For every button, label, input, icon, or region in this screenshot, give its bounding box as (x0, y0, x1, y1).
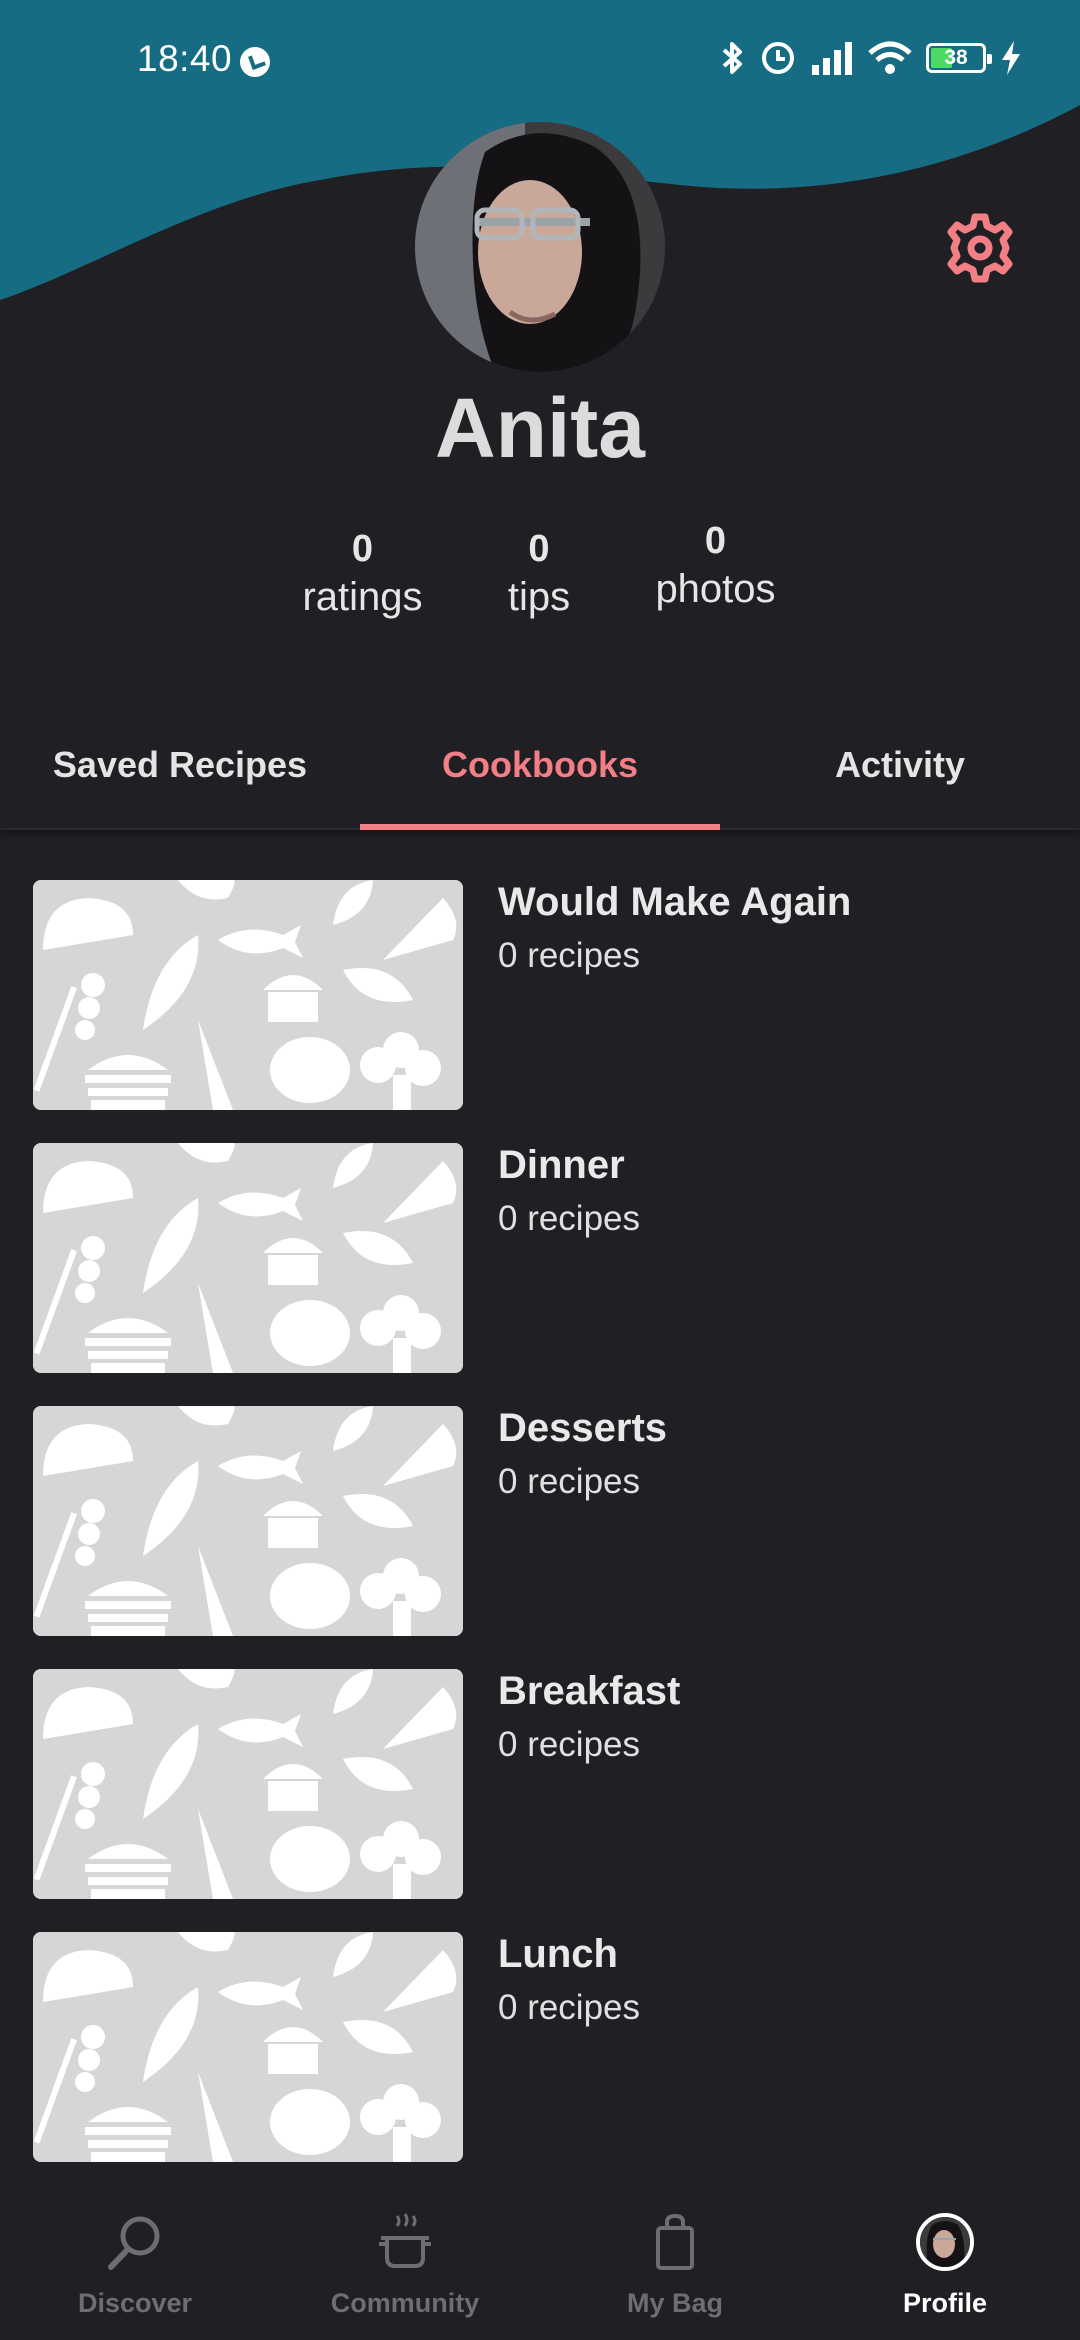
notification-icon (240, 47, 270, 77)
alarm-icon (762, 42, 794, 74)
tab-active-indicator (360, 824, 720, 830)
cookbook-thumbnail (33, 1669, 463, 1899)
profile-screen: 18:40 38 Anita 0 ratings 0 tips 0 photos… (0, 0, 1080, 2340)
avatar-image (415, 122, 665, 372)
signal-icon (812, 42, 852, 75)
bag-icon (643, 2210, 707, 2274)
cookbook-recipe-count: 0 recipes (498, 1462, 641, 1501)
profile-stats: 0 ratings 0 tips 0 photos (0, 520, 1080, 640)
status-time: 18:40 (137, 38, 233, 79)
cookbook-recipe-count: 0 recipes (498, 936, 641, 975)
stat-value: 0 (351, 528, 374, 570)
stat-tips[interactable]: 0 tips (495, 528, 583, 620)
gear-icon (947, 213, 1013, 283)
profile-tabs: Saved Recipes Cookbooks Activity (0, 700, 1080, 830)
search-icon (103, 2210, 167, 2274)
nav-community[interactable]: Community (270, 2170, 540, 2340)
stat-label: ratings (302, 575, 423, 619)
settings-button[interactable] (942, 210, 1018, 286)
nav-label: Community (330, 2288, 480, 2318)
stat-label: tips (507, 575, 571, 619)
cookbook-item-dinner[interactable]: Dinner 0 recipes (0, 1143, 1080, 1375)
bottom-nav: Discover Community My Bag Profile (0, 2170, 1080, 2340)
tab-cookbooks[interactable]: Cookbooks (360, 700, 720, 830)
cookbook-recipe-count: 0 recipes (498, 1725, 641, 1764)
status-icons: 38 (720, 40, 1022, 76)
stat-value: 0 (704, 520, 727, 562)
cookbook-thumbnail (33, 1932, 463, 2162)
cookbook-recipe-count: 0 recipes (498, 1988, 641, 2027)
cookbook-title: Lunch (498, 1932, 618, 1976)
pot-icon (373, 2210, 437, 2274)
cookbook-recipe-count: 0 recipes (498, 1199, 641, 1238)
battery-level: 38 (944, 46, 968, 69)
status-bar: 18:40 38 (0, 0, 1080, 120)
nav-profile[interactable]: Profile (810, 2170, 1080, 2340)
nav-label: Profile (902, 2288, 988, 2318)
cookbook-item-would-make-again[interactable]: Would Make Again 0 recipes (0, 880, 1080, 1112)
profile-avatar[interactable] (415, 122, 665, 372)
stat-ratings[interactable]: 0 ratings (295, 528, 430, 620)
cookbook-item-desserts[interactable]: Desserts 0 recipes (0, 1406, 1080, 1638)
cookbook-thumbnail (33, 880, 463, 1110)
cookbook-thumbnail (33, 1143, 463, 1373)
tab-activity[interactable]: Activity (720, 700, 1080, 830)
bluetooth-icon (722, 42, 742, 74)
cookbook-title: Desserts (498, 1406, 668, 1450)
user-name: Anita (435, 381, 645, 475)
tab-saved-recipes[interactable]: Saved Recipes (0, 700, 360, 830)
cookbook-title: Breakfast (498, 1669, 681, 1713)
wifi-icon (868, 41, 912, 74)
cookbook-title: Would Make Again (498, 880, 852, 924)
nav-my-bag[interactable]: My Bag (540, 2170, 810, 2340)
stat-photos[interactable]: 0 photos (643, 520, 788, 612)
nav-discover[interactable]: Discover (0, 2170, 270, 2340)
avatar-icon (913, 2210, 977, 2274)
battery-icon: 38 (926, 43, 992, 73)
stat-value: 0 (528, 528, 550, 570)
cookbook-item-lunch[interactable]: Lunch 0 recipes (0, 1932, 1080, 2164)
charging-icon (1002, 41, 1020, 75)
cookbook-item-breakfast[interactable]: Breakfast 0 recipes (0, 1669, 1080, 1901)
nav-label: My Bag (626, 2288, 724, 2318)
stat-label: photos (655, 567, 776, 611)
nav-label: Discover (77, 2288, 193, 2318)
cookbook-thumbnail (33, 1406, 463, 1636)
cookbook-title: Dinner (498, 1143, 625, 1187)
